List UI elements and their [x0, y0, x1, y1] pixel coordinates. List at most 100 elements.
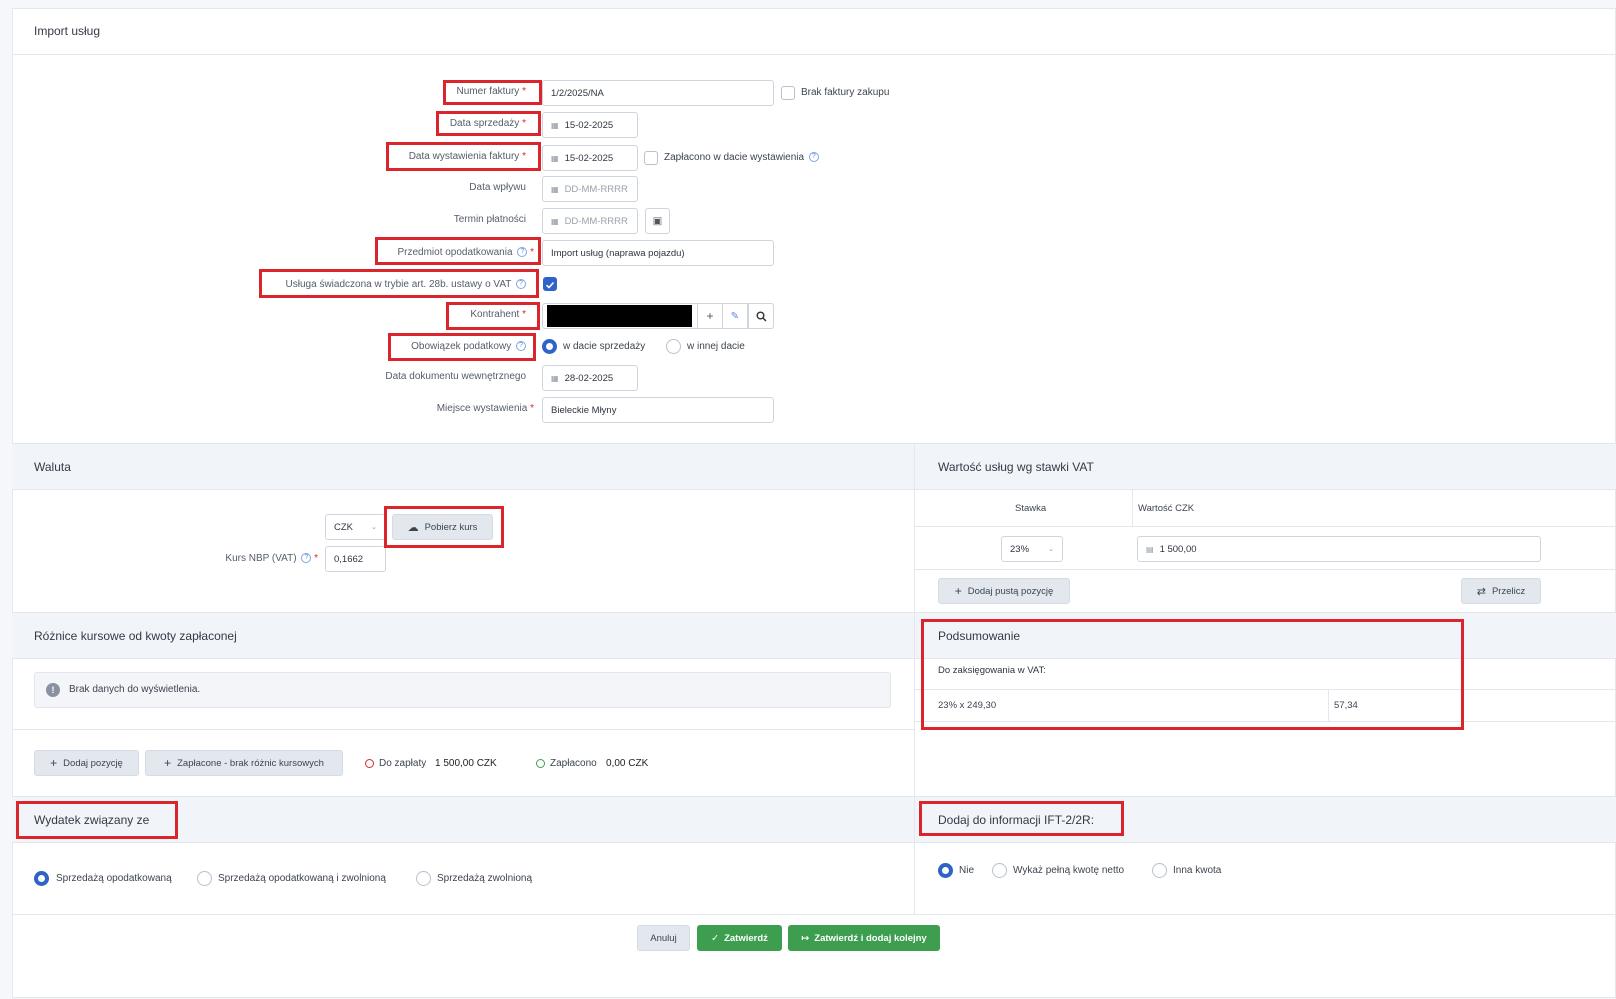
paid-no-diff-button[interactable]: + Zapłacone - brak różnic kursowych [145, 750, 343, 776]
sale-date-label: Data sprzedaży * [449, 118, 526, 129]
add-empty-row-button[interactable]: + Dodaj pustą pozycję [938, 578, 1070, 604]
ift-title: Dodaj do informacji IFT-2/2R: [938, 813, 1095, 827]
place-input[interactable]: Bieleckie Młyny [542, 397, 774, 423]
summary-row-value: 57,34 [1334, 700, 1358, 711]
subject-input[interactable]: Import usług (naprawa pojazdu) [542, 240, 774, 266]
vat-rate-select[interactable]: 23% ⌄ [1001, 536, 1063, 562]
divider [1132, 490, 1133, 526]
section-header-row [12, 443, 1616, 490]
plus-icon: + [706, 309, 714, 323]
enter-icon: ↦ [801, 932, 810, 944]
fetch-rate-button[interactable]: ☁ Pobierz kurs [392, 514, 493, 540]
empty-info-text: Brak danych do wyświetlenia. [69, 684, 201, 695]
tax-obligation-other-label: w innej dacie [687, 341, 745, 352]
payment-term-label: Termin płatności [453, 214, 526, 225]
plus-icon: + [50, 756, 58, 770]
refresh-icon: ⇄ [1476, 585, 1486, 598]
payment-term-input[interactable]: ▦ DD-MM-RRRR [542, 208, 638, 234]
to-pay-label: Do zapłaty [379, 758, 427, 769]
help-icon[interactable]: ? [301, 553, 312, 564]
section-header-row [12, 796, 1616, 843]
divider [12, 729, 914, 730]
invoice-number-label: Numer faktury * [456, 86, 526, 97]
issue-date-label: Data wystawienia faktury * [408, 151, 526, 162]
cancel-button[interactable]: Anuluj [637, 925, 690, 951]
expense-title: Wydatek związany ze [34, 813, 150, 827]
currency-select[interactable]: CZK ⌄ [325, 514, 386, 540]
service-28b-checkbox[interactable] [543, 277, 557, 291]
paid-on-issue-label: Zapłacono w dacie wystawienia ? [664, 152, 819, 163]
help-icon[interactable]: ? [516, 279, 526, 290]
plus-icon: + [164, 756, 172, 770]
paid-on-issue-checkbox[interactable] [644, 151, 658, 165]
no-invoice-label: Brak faktury zakupu [801, 87, 890, 98]
receipt-date-label: Data wpływu [469, 182, 526, 193]
ift-other-radio[interactable] [1152, 863, 1167, 878]
col-value-header: Wartość CZK [1138, 503, 1195, 514]
page-title: Import usług [34, 24, 101, 38]
divider [914, 569, 1616, 570]
plus-icon: + [954, 584, 962, 598]
section-header-row [12, 612, 1616, 659]
vat-value-input[interactable]: ▤ 1 500,00 [1137, 536, 1541, 562]
chevron-down-icon: ⌄ [371, 524, 377, 531]
calendar-picker-button[interactable]: ▣ [645, 208, 670, 234]
subject-label: Przedmiot opodatkowania ? * [397, 247, 534, 258]
expense-exempt-radio[interactable] [416, 871, 431, 886]
help-icon[interactable]: ? [517, 247, 528, 258]
calendar-icon: ▦ [551, 216, 559, 226]
tax-obligation-label: Obowiązek podatkowy ? [411, 341, 526, 352]
internal-doc-date-label: Data dokumentu wewnętrznego [385, 371, 526, 382]
invoice-number-input[interactable]: 1/2/2025/NA [542, 80, 774, 106]
chevron-down-icon: ⌄ [1048, 546, 1054, 553]
search-contractor-button[interactable] [748, 303, 774, 329]
add-contractor-button[interactable]: + [697, 303, 723, 329]
cloud-download-icon: ☁ [407, 521, 419, 534]
divider [1328, 689, 1329, 721]
contractor-label: Kontrahent * [470, 309, 526, 320]
ift-no-radio[interactable] [938, 863, 953, 878]
info-icon: ! [46, 683, 60, 697]
tax-obligation-sale-radio[interactable] [542, 339, 557, 354]
recalculate-button[interactable]: ⇄ Przelicz [1461, 578, 1541, 604]
contractor-redacted [547, 305, 692, 327]
edit-contractor-button[interactable]: ✎ [722, 303, 748, 329]
exchange-title: Różnice kursowe od kwoty zapłaconej [34, 629, 237, 643]
rate-label: Kurs NBP (VAT) ? * [225, 553, 318, 564]
status-dot-icon [365, 759, 374, 768]
help-icon[interactable]: ? [516, 341, 526, 352]
divider [12, 914, 1616, 915]
expense-taxed-radio[interactable] [34, 871, 49, 886]
column-divider [914, 612, 915, 659]
confirm-button[interactable]: ✓ Zatwierdź [697, 925, 782, 951]
calculator-icon: ▤ [1146, 544, 1154, 554]
expense-exempt-label: Sprzedażą zwolnioną [437, 873, 533, 884]
help-icon[interactable]: ? [808, 152, 819, 163]
summary-row-label: 23% x 249,30 [938, 700, 997, 711]
confirm-add-next-button[interactable]: ↦ Zatwierdź i dodaj kolejny [788, 925, 940, 951]
calendar-icon: ▣ [652, 215, 663, 227]
rate-input[interactable]: 0,1662 [325, 546, 386, 572]
divider [914, 526, 1616, 527]
issue-date-input[interactable]: ▦ 15-02-2025 [542, 145, 638, 171]
tax-obligation-other-radio[interactable] [666, 339, 681, 354]
sale-date-input[interactable]: ▦ 15-02-2025 [542, 112, 638, 138]
add-position-button[interactable]: + Dodaj pozycję [34, 750, 139, 776]
expense-mixed-label: Sprzedażą opodatkowaną i zwolnioną [218, 873, 386, 884]
no-invoice-checkbox[interactable] [781, 86, 795, 100]
ift-full-net-label: Wykaż pełną kwotę netto [1013, 865, 1125, 876]
divider [12, 54, 1616, 55]
status-dot-icon [536, 759, 545, 768]
vat-values-title: Wartość usług wg stawki VAT [938, 460, 1094, 474]
expense-mixed-radio[interactable] [197, 871, 212, 886]
calendar-icon: ▦ [551, 373, 559, 383]
ift-full-net-radio[interactable] [992, 863, 1007, 878]
service-28b-label: Usługa świadczona w trybie art. 28b. ust… [286, 279, 526, 290]
calendar-icon: ▦ [551, 153, 559, 163]
receipt-date-input[interactable]: ▦ DD-MM-RRRR [542, 176, 638, 202]
internal-doc-date-input[interactable]: ▦ 28-02-2025 [542, 365, 638, 391]
column-divider [914, 796, 915, 914]
currency-title: Waluta [34, 460, 71, 474]
calendar-icon: ▦ [551, 184, 559, 194]
check-icon [545, 281, 555, 289]
